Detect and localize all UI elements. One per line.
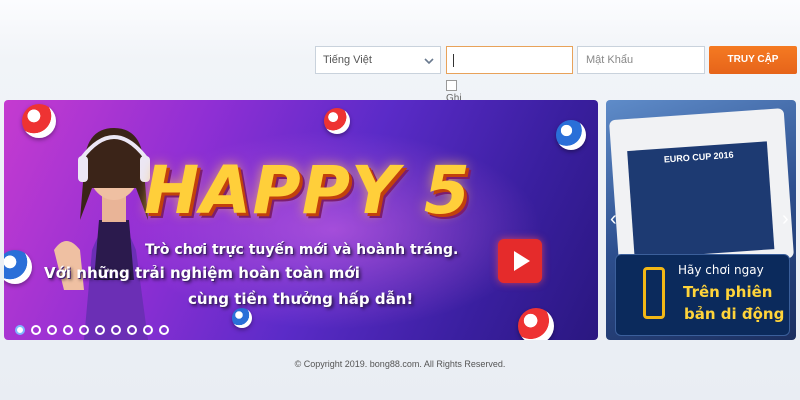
login-button[interactable]: TRUY CẬP bbox=[709, 46, 797, 74]
cta-line3: bản di động bbox=[684, 305, 785, 323]
mobile-promo-banner[interactable]: EURO CUP 2016 ‹ › Hãy chơi ngay Trên phi… bbox=[606, 100, 796, 340]
carousel-dots bbox=[15, 322, 175, 340]
carousel-dot[interactable] bbox=[31, 325, 41, 335]
lottery-ball bbox=[518, 308, 554, 340]
remember-checkbox[interactable] bbox=[446, 80, 457, 91]
language-select[interactable]: Tiếng Việt bbox=[315, 46, 441, 74]
carousel-dot[interactable] bbox=[47, 325, 57, 335]
password-input[interactable]: Mật Khẩu bbox=[577, 46, 705, 74]
carousel-dot[interactable] bbox=[79, 325, 89, 335]
lottery-ball bbox=[324, 108, 350, 134]
tablet-image: EURO CUP 2016 bbox=[608, 108, 795, 270]
screen-title: EURO CUP 2016 bbox=[663, 149, 734, 165]
language-value: Tiếng Việt bbox=[323, 54, 372, 66]
banner-title: HAPPY 5 bbox=[144, 152, 471, 229]
tablet-screen: EURO CUP 2016 bbox=[627, 141, 775, 259]
cta-line2: Trên phiên bbox=[683, 283, 773, 301]
carousel-dot[interactable] bbox=[15, 325, 25, 335]
lottery-ball bbox=[556, 120, 586, 150]
carousel-dot[interactable] bbox=[111, 325, 121, 335]
carousel-dot[interactable] bbox=[159, 325, 169, 335]
mobile-cta[interactable]: Hãy chơi ngay Trên phiên bản di động bbox=[615, 254, 790, 336]
lottery-ball bbox=[4, 250, 32, 284]
next-arrow[interactable]: › bbox=[782, 208, 789, 231]
prev-arrow[interactable]: ‹ bbox=[610, 208, 617, 231]
carousel-dot[interactable] bbox=[143, 325, 153, 335]
play-button[interactable] bbox=[498, 239, 542, 283]
main-banner[interactable]: HAPPY 5 Trò chơi trực tuyến mới và hoành… bbox=[4, 100, 598, 340]
phone-icon bbox=[643, 267, 665, 319]
banner-subtitle-line2: Với những trải nghiệm hoàn toàn mới bbox=[44, 264, 360, 282]
lottery-ball bbox=[232, 308, 252, 328]
carousel-dot[interactable] bbox=[63, 325, 73, 335]
chevron-down-icon bbox=[424, 58, 434, 65]
password-placeholder: Mật Khẩu bbox=[586, 54, 634, 66]
footer-copyright: © Copyright 2019. bong88.com. All Rights… bbox=[294, 359, 506, 369]
username-input[interactable] bbox=[446, 46, 573, 74]
play-icon bbox=[514, 251, 530, 271]
carousel-dot[interactable] bbox=[127, 325, 137, 335]
cta-line1: Hãy chơi ngay bbox=[678, 263, 764, 277]
carousel-dot[interactable] bbox=[95, 325, 105, 335]
banner-subtitle-line1: Trò chơi trực tuyến mới và hoành tráng. bbox=[145, 242, 459, 258]
banner-subtitle-line3: cùng tiền thưởng hấp dẫn! bbox=[188, 290, 414, 308]
text-caret bbox=[453, 53, 454, 67]
